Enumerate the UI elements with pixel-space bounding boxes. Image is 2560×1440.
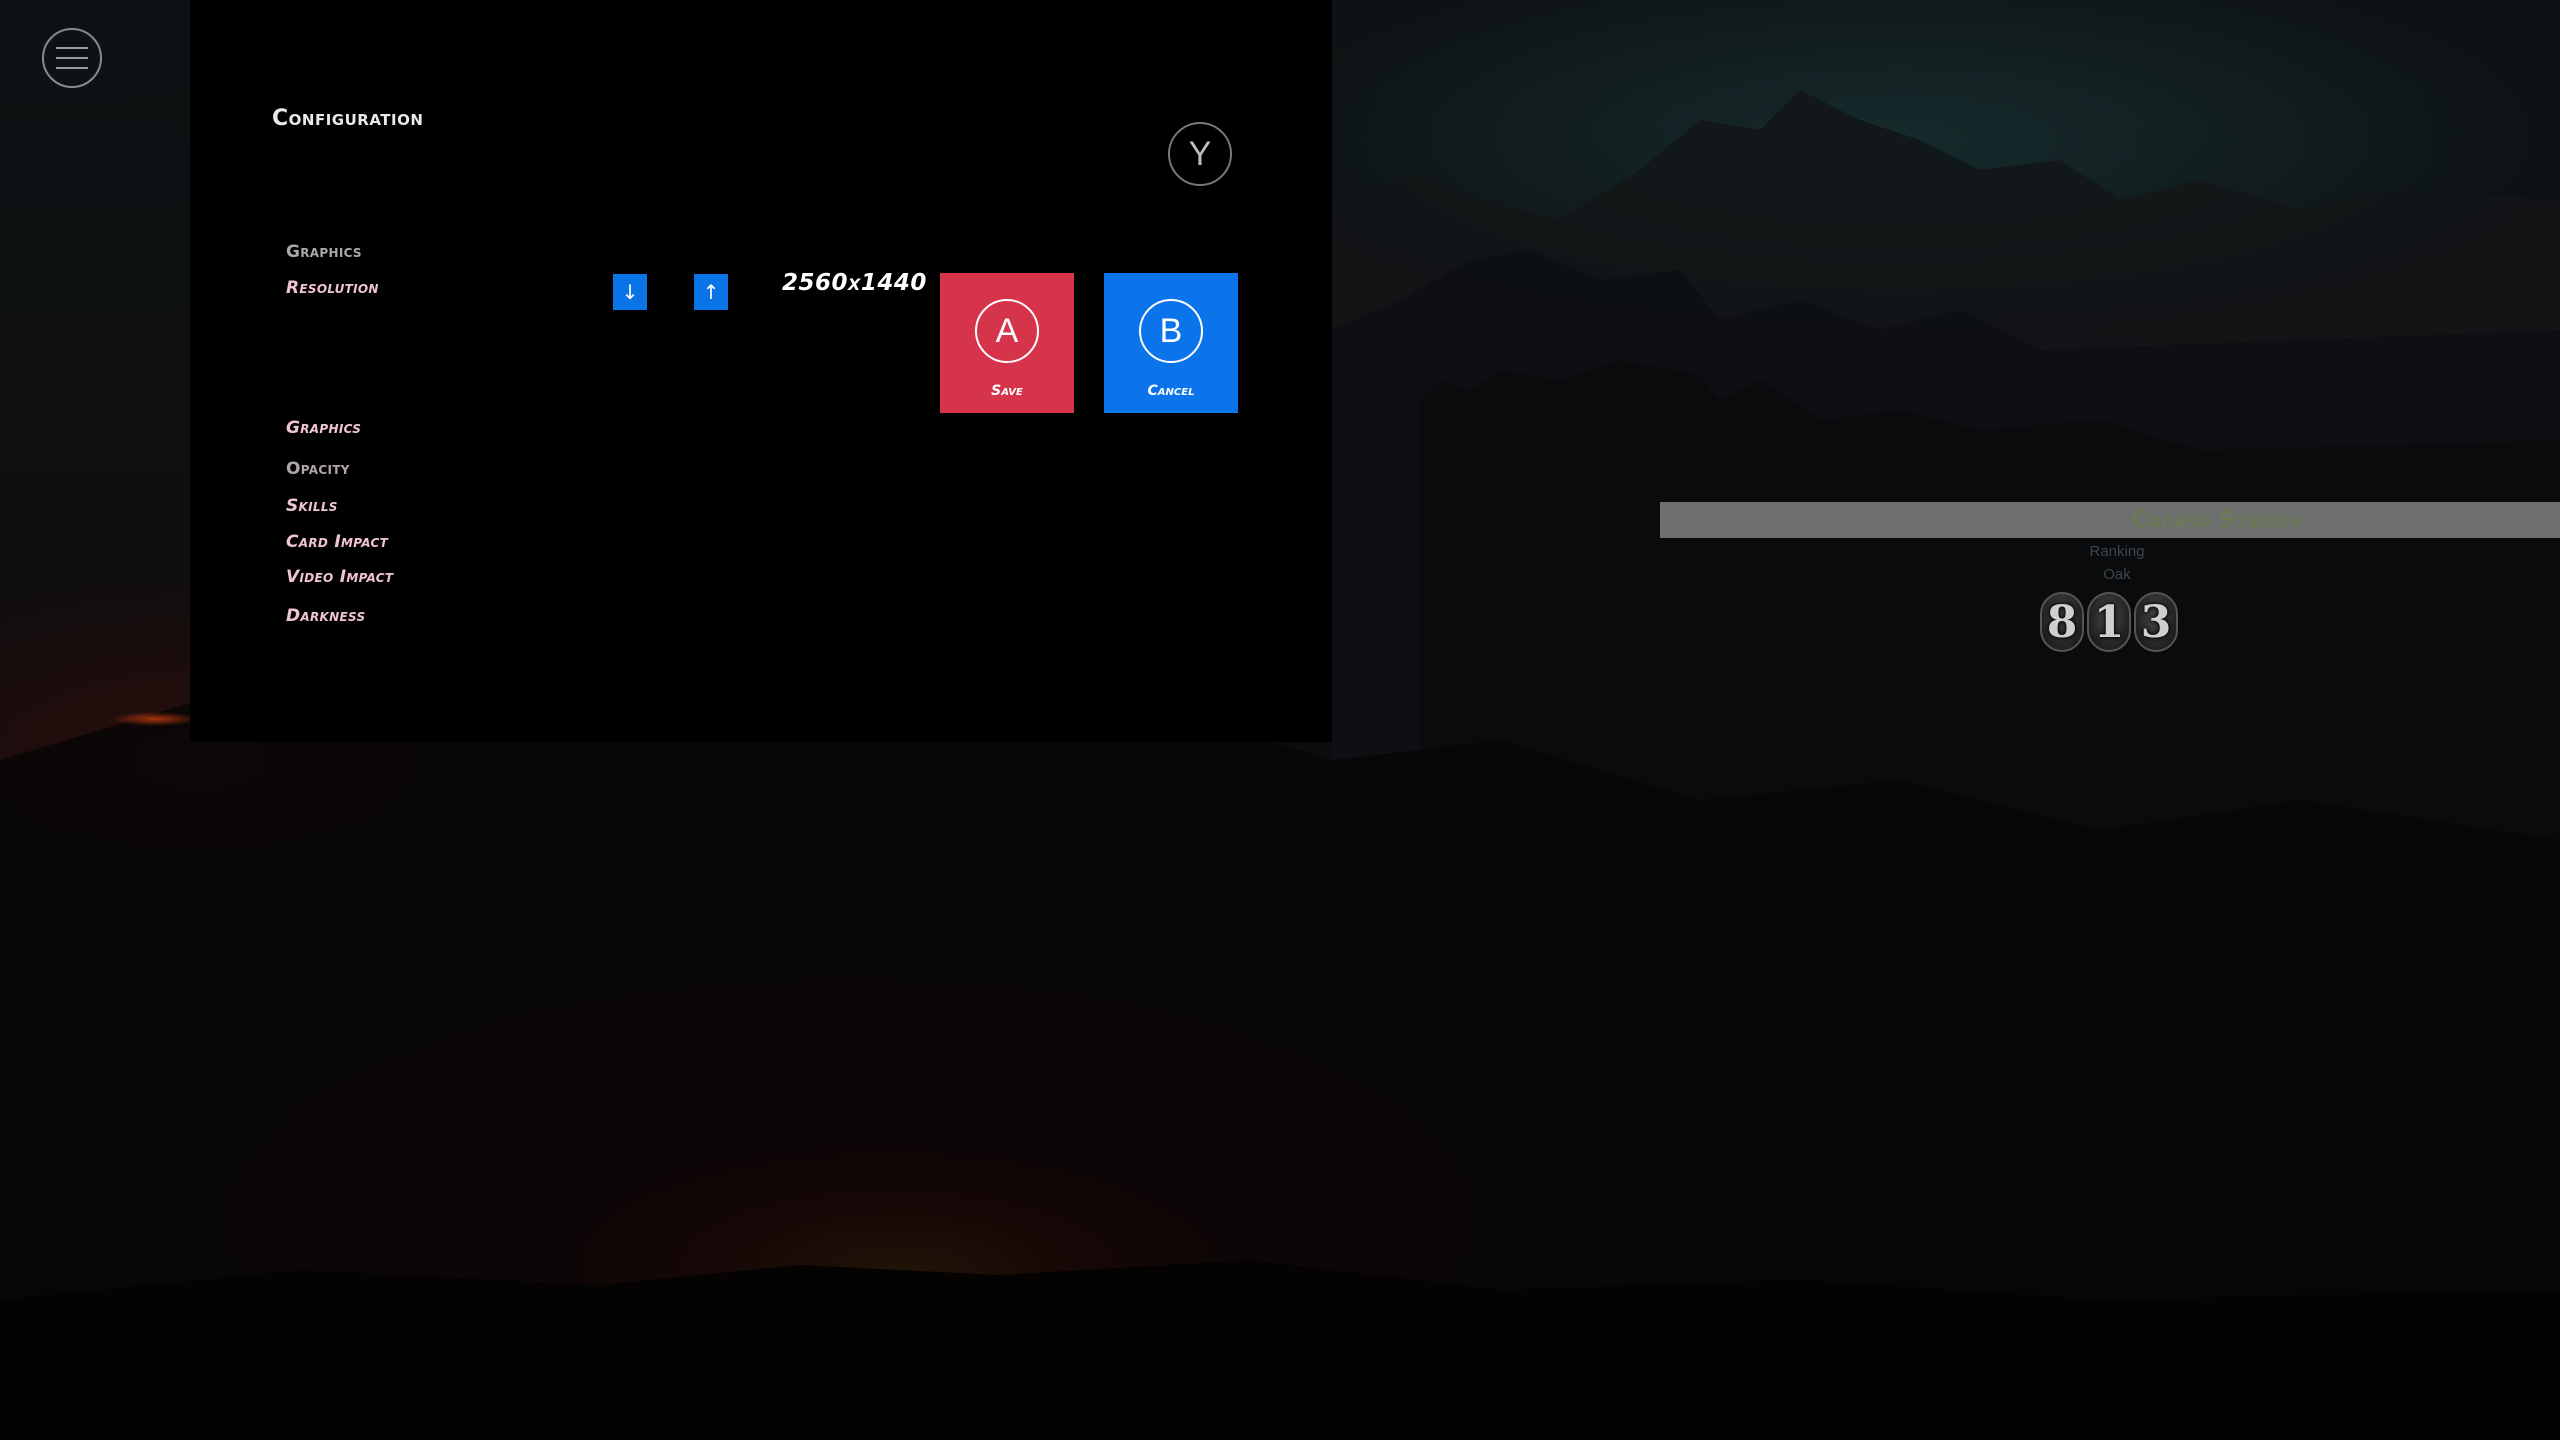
- resolution-decrease-button[interactable]: ↓: [613, 274, 647, 310]
- menu-item-skills[interactable]: Skills: [286, 496, 338, 516]
- rank-name: Oak: [2103, 566, 2131, 583]
- ranking-label: Ranking: [2089, 543, 2145, 560]
- y-button[interactable]: Y: [1168, 122, 1232, 186]
- cancel-label: Cancel: [1147, 383, 1195, 399]
- studio-name: Codaso Studios: [2131, 507, 2303, 533]
- menu-bar: [56, 57, 88, 59]
- score-digit: 8: [2040, 592, 2084, 652]
- menu-item-graphics[interactable]: Graphics: [286, 418, 361, 438]
- game-screen: Configuration Y Graphics Resolution ↓ ↑ …: [0, 0, 2560, 1440]
- a-key-icon: A: [975, 299, 1039, 363]
- graphics-section-header: Graphics: [286, 242, 362, 262]
- score-digit: 1: [2087, 592, 2131, 652]
- resolution-value: 2560x1440: [782, 270, 927, 296]
- menu-item-darkness[interactable]: Darkness: [286, 606, 365, 626]
- menu-bar: [56, 67, 88, 69]
- score-display: 8 1 3: [2040, 592, 2178, 652]
- hamburger-menu-icon[interactable]: [42, 28, 102, 88]
- menu-item-opacity[interactable]: Opacity: [286, 459, 350, 479]
- menu-item-video-impact[interactable]: Video Impact: [286, 567, 393, 587]
- menu-bar: [56, 47, 88, 49]
- menu-item-card-impact[interactable]: Card Impact: [286, 532, 388, 552]
- cancel-button[interactable]: B Cancel: [1104, 273, 1238, 413]
- config-title: Configuration: [272, 106, 424, 131]
- score-digit: 3: [2134, 592, 2178, 652]
- save-button[interactable]: A Save: [940, 273, 1074, 413]
- resolution-label: Resolution: [286, 278, 379, 298]
- save-label: Save: [991, 383, 1023, 399]
- studio-banner: Codaso Studios: [1660, 502, 2560, 538]
- b-key-icon: B: [1139, 299, 1203, 363]
- resolution-increase-button[interactable]: ↑: [694, 274, 728, 310]
- configuration-panel: Configuration Y Graphics Resolution ↓ ↑ …: [190, 0, 1332, 742]
